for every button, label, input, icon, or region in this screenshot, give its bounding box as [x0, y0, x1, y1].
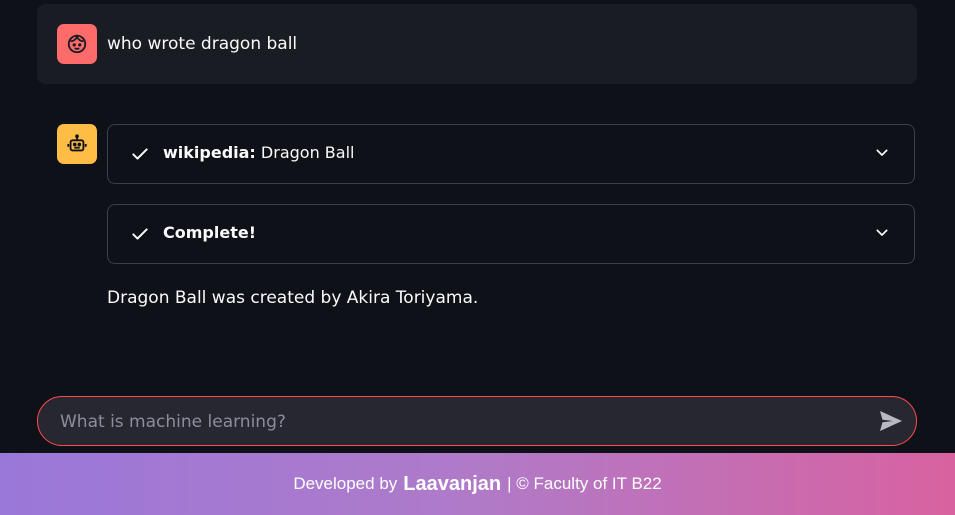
assistant-avatar: [57, 124, 97, 164]
expander-prefix: Complete!: [163, 223, 256, 242]
footer-prefix: Developed by: [293, 474, 398, 493]
footer-suffix: | © Faculty of IT B22: [507, 474, 662, 493]
chevron-down-icon: [876, 149, 888, 156]
check-icon: [132, 148, 148, 160]
chat-input-container[interactable]: [37, 396, 917, 446]
assistant-answer: Dragon Ball was created by Akira Toriyam…: [107, 288, 479, 308]
wikipedia-expander[interactable]: wikipedia: Dragon Ball: [107, 124, 915, 184]
expander-label: wikipedia: Dragon Ball: [163, 143, 354, 162]
send-icon: [880, 411, 902, 431]
footer: Developed by Laavanjan | © Faculty of IT…: [0, 453, 955, 515]
status-expander[interactable]: Complete!: [107, 204, 915, 264]
check-icon: [132, 228, 148, 240]
expander-prefix: wikipedia:: [163, 143, 256, 162]
expander-title: Dragon Ball: [260, 143, 355, 162]
user-message: who wrote dragon ball: [37, 4, 917, 84]
chat-input[interactable]: [58, 408, 852, 436]
chevron-down-icon: [876, 229, 888, 236]
send-button[interactable]: [878, 409, 904, 433]
expander-label: Complete!: [163, 223, 256, 242]
robot-icon: [67, 134, 87, 152]
user-message-text: who wrote dragon ball: [107, 34, 298, 54]
footer-author: Laavanjan: [403, 472, 502, 495]
face-icon: [67, 33, 87, 54]
user-avatar: [57, 24, 97, 64]
